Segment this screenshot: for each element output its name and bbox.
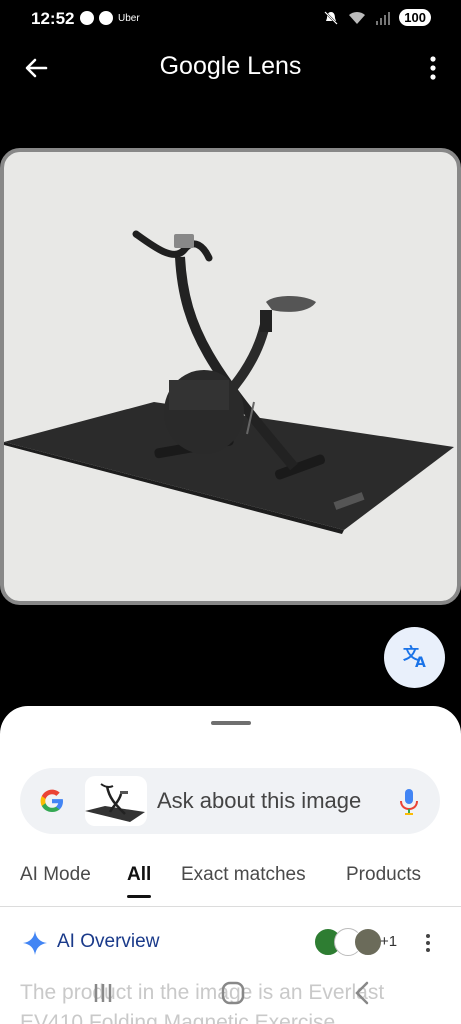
tab-exact-matches[interactable]: Exact matches — [181, 864, 306, 886]
svg-text:A: A — [415, 655, 426, 671]
ai-overview-label: AI Overview — [57, 931, 160, 952]
system-nav-bar — [0, 976, 461, 1024]
image-thumbnail[interactable] — [85, 776, 147, 826]
tabs-divider — [0, 906, 461, 907]
search-bar[interactable]: Ask about this image — [20, 768, 440, 834]
signal-icon — [376, 11, 391, 25]
results-tabs: AI Mode All Exact matches Products — [0, 854, 461, 898]
back-nav-icon[interactable] — [348, 978, 378, 1008]
status-bar: 12:52 Uber 100 — [0, 0, 461, 38]
microphone-icon[interactable] — [398, 787, 420, 817]
translate-button[interactable]: 文 A — [384, 627, 445, 688]
notification-icons: Uber — [80, 11, 140, 25]
source-avatar-3 — [354, 928, 382, 956]
active-tab-indicator — [127, 895, 151, 898]
more-options-icon[interactable] — [427, 54, 439, 82]
status-time: 12:52 — [31, 9, 75, 28]
wifi-icon — [349, 11, 366, 24]
home-icon[interactable] — [218, 978, 248, 1008]
mute-icon — [324, 10, 339, 25]
tab-products[interactable]: Products — [346, 864, 421, 886]
tab-all[interactable]: All — [127, 864, 151, 886]
ai-overview-header[interactable]: AI Overview +1 — [0, 922, 461, 962]
status-right: 100 — [323, 9, 431, 26]
source-count: +1 — [380, 933, 398, 950]
recent-apps-icon[interactable] — [88, 978, 118, 1008]
search-placeholder[interactable]: Ask about this image — [157, 788, 361, 814]
cloud-icon — [99, 11, 113, 25]
translate-icon: 文 A — [403, 644, 426, 671]
drag-handle[interactable] — [211, 721, 251, 725]
app-bar: Google Lens — [0, 40, 461, 100]
page-title: Google Lens — [159, 52, 302, 80]
battery-indicator: 100 — [399, 9, 431, 26]
ai-overview-more-icon[interactable] — [423, 932, 433, 954]
bike-thumbnail — [85, 783, 145, 822]
selected-image-area[interactable] — [0, 148, 461, 605]
selection-frame[interactable] — [0, 148, 461, 605]
sparkle-icon — [23, 931, 47, 955]
tab-ai-mode[interactable]: AI Mode — [20, 864, 91, 886]
google-logo-icon — [40, 789, 63, 812]
results-sheet[interactable]: Ask about this image AI Mode All Exact m… — [0, 706, 461, 1024]
uber-label: Uber — [118, 12, 140, 24]
app-notification-icon — [80, 11, 94, 25]
